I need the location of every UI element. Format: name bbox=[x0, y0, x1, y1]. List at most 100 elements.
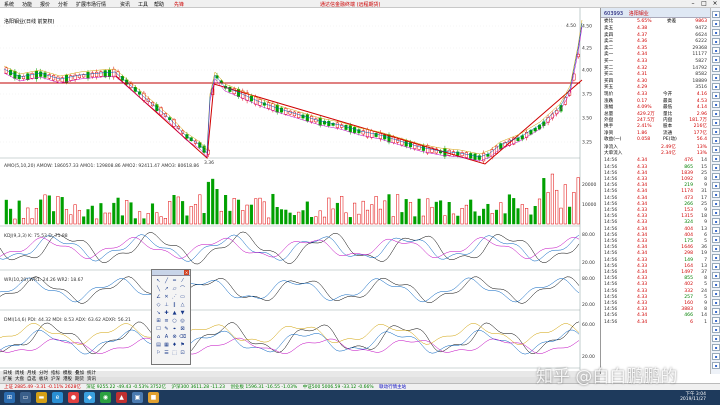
drawing-tool-icon[interactable]: ○ bbox=[171, 318, 178, 324]
market-tab[interactable]: 自选 bbox=[27, 377, 36, 382]
task-view-icon[interactable]: ▭ bbox=[20, 392, 31, 403]
menu-item-help[interactable]: 帮助 bbox=[154, 1, 164, 8]
drawing-tool-icon[interactable]: ╱ bbox=[163, 278, 170, 284]
taskbar-clock[interactable]: 下午 3:04 2019/11/27 bbox=[680, 392, 706, 402]
side-tool-icon[interactable]: ▪ bbox=[712, 236, 720, 243]
drawing-tool-icon[interactable]: △ bbox=[179, 302, 186, 308]
side-tool-icon[interactable]: ▪ bbox=[712, 299, 720, 306]
side-tool-icon[interactable]: ▪ bbox=[712, 110, 720, 117]
drawing-tool-icon[interactable]: ⌂ bbox=[155, 334, 162, 340]
side-tool-icon[interactable]: ▪ bbox=[712, 191, 720, 198]
side-tool-icon[interactable]: ▪ bbox=[712, 128, 720, 135]
menu-item-tools[interactable]: 工具 bbox=[138, 1, 148, 8]
drawing-tool-icon[interactable]: ▼ bbox=[179, 310, 186, 316]
drawing-tool-icon[interactable]: ✕ bbox=[163, 294, 170, 300]
side-tool-icon[interactable]: ▪ bbox=[712, 65, 720, 72]
side-tool-icon[interactable]: ▪ bbox=[712, 146, 720, 153]
drawing-tool-icon[interactable]: ♦ bbox=[171, 342, 178, 348]
side-tool-icon[interactable]: ▪ bbox=[712, 326, 720, 333]
drawing-tool-icon[interactable]: ↘ bbox=[155, 310, 162, 316]
drawing-tool-icon[interactable]: ◇ bbox=[155, 302, 162, 308]
drawing-tool-icon[interactable]: ☰ bbox=[163, 350, 170, 356]
start-icon[interactable]: ⊞ bbox=[4, 392, 15, 403]
drawing-tool-icon[interactable]: ⚐ bbox=[155, 350, 162, 356]
market-tab[interactable]: 资讯 bbox=[87, 377, 96, 382]
drawing-tool-icon[interactable]: ⌫ bbox=[179, 334, 186, 340]
drawing-tool-icon[interactable]: ⊥ bbox=[163, 302, 170, 308]
side-tool-icon[interactable]: ▪ bbox=[712, 227, 720, 234]
side-tool-icon[interactable]: ▪ bbox=[712, 173, 720, 180]
side-tool-icon[interactable]: ▪ bbox=[712, 290, 720, 297]
drawing-tool-icon[interactable]: ↖ bbox=[155, 278, 162, 284]
menu-item-system[interactable]: 系统 bbox=[4, 1, 14, 8]
folder-icon[interactable]: ▬ bbox=[36, 392, 47, 403]
drawing-tool-icon[interactable]: ∠ bbox=[155, 294, 162, 300]
side-tool-icon[interactable]: ▪ bbox=[712, 74, 720, 81]
side-tool-icon[interactable]: ▪ bbox=[712, 29, 720, 36]
market-tab[interactable]: 港股 bbox=[63, 377, 72, 382]
app-icon-orange[interactable]: ■ bbox=[148, 392, 159, 403]
period-tab[interactable]: 叠加 bbox=[75, 371, 84, 376]
market-tab[interactable]: 扩展 bbox=[3, 377, 12, 382]
side-tool-icon[interactable]: ▪ bbox=[712, 20, 720, 27]
browser-icon[interactable]: e bbox=[52, 392, 63, 403]
side-tool-icon[interactable]: ▪ bbox=[712, 218, 720, 225]
market-tab[interactable]: 大盘 bbox=[15, 377, 24, 382]
ask-row[interactable]: 卖一 4.34 11177 bbox=[601, 52, 711, 58]
market-tab[interactable]: 板块 bbox=[39, 377, 48, 382]
side-tool-icon[interactable]: ▪ bbox=[712, 83, 720, 90]
drawing-tool-icon[interactable]: ▦ bbox=[163, 342, 170, 348]
drawing-tool-icon[interactable]: A bbox=[163, 334, 170, 340]
drawing-tool-icon[interactable]: ⌒ bbox=[179, 286, 186, 292]
side-tool-icon[interactable]: ▪ bbox=[712, 164, 720, 171]
side-tool-icon[interactable]: ▪ bbox=[712, 353, 720, 360]
weibi-row[interactable]: 委比 5.65% 委差 9863 bbox=[601, 19, 711, 25]
side-tool-icon[interactable]: ▪ bbox=[712, 56, 720, 63]
drawing-tool-icon[interactable]: ⬚ bbox=[171, 350, 178, 356]
kline-chart-area[interactable]: 4.50 4.25 4.00 3.75 3.50 3.25 3.36 4.50 20000 100… bbox=[0, 8, 600, 374]
inflow-row[interactable]: 大单流入 2.34亿 13% bbox=[601, 151, 711, 157]
menu-item-news[interactable]: 资讯 bbox=[120, 1, 130, 8]
menu-item-ext-market[interactable]: 扩展市场行情 bbox=[76, 1, 106, 8]
side-tool-icon[interactable]: ▪ bbox=[712, 47, 720, 54]
drawing-tool-icon[interactable]: ▱ bbox=[171, 286, 178, 292]
side-tool-icon[interactable]: ▪ bbox=[712, 281, 720, 288]
side-tool-icon[interactable]: ▪ bbox=[712, 272, 720, 279]
drawing-tool-icon[interactable]: ≡ bbox=[163, 318, 170, 324]
drawing-tool-icon[interactable]: ═ bbox=[171, 278, 178, 284]
drawing-tool-icon[interactable]: ∥ bbox=[171, 302, 178, 308]
period-tab[interactable]: 统计 bbox=[87, 371, 96, 376]
minimize-icon[interactable]: – bbox=[688, 0, 698, 8]
drawing-tool-icon[interactable]: ⊠ bbox=[179, 326, 186, 332]
drawing-tool-icon[interactable]: ▲ bbox=[171, 310, 178, 316]
drawing-tool-icon[interactable]: ✎ bbox=[163, 326, 170, 332]
drawing-tool-icon[interactable]: ⌖ bbox=[171, 326, 178, 332]
market-tab[interactable]: 期货 bbox=[75, 377, 84, 382]
qq-icon[interactable]: ◆ bbox=[84, 392, 95, 403]
drawing-tool-icon[interactable]: ▤ bbox=[155, 342, 162, 348]
period-tab[interactable]: 周线 bbox=[15, 371, 24, 376]
toolbox-close-icon[interactable]: × bbox=[184, 270, 189, 275]
app-icon-red[interactable]: ● bbox=[68, 392, 79, 403]
period-tab[interactable]: 分时 bbox=[39, 371, 48, 376]
app-icon-stock[interactable]: ▲ bbox=[116, 392, 127, 403]
stat-row[interactable]: 收益(一) 0.058 PE(动) 56.4 bbox=[601, 137, 711, 143]
drawing-tool-icon[interactable]: ⊞ bbox=[155, 318, 162, 324]
side-tool-icon[interactable]: ▪ bbox=[712, 245, 720, 252]
wechat-icon[interactable]: ◉ bbox=[100, 392, 111, 403]
side-tool-icon[interactable]: ▪ bbox=[712, 209, 720, 216]
side-tool-icon[interactable]: ▪ bbox=[712, 344, 720, 351]
menu-item-quote[interactable]: 报价 bbox=[40, 1, 50, 8]
menu-item-analysis[interactable]: 分析 bbox=[58, 1, 68, 8]
period-tab[interactable]: 月线 bbox=[27, 371, 36, 376]
side-tool-icon[interactable]: ▪ bbox=[712, 119, 720, 126]
side-tool-icon[interactable]: ▪ bbox=[712, 254, 720, 261]
drawing-tool-icon[interactable]: ⊗ bbox=[171, 334, 178, 340]
drawing-tool-icon[interactable]: ⚑ bbox=[179, 342, 186, 348]
market-tab[interactable]: 沪深 bbox=[51, 377, 60, 382]
bid-row[interactable]: 买五 4.29 3516 bbox=[601, 85, 711, 91]
menu-item-function[interactable]: 功能 bbox=[22, 1, 32, 8]
drawing-tool-icon[interactable]: ⋰ bbox=[171, 294, 178, 300]
maximize-icon[interactable]: □ bbox=[699, 0, 709, 8]
drawing-tool-icon[interactable]: ⊡ bbox=[179, 350, 186, 356]
